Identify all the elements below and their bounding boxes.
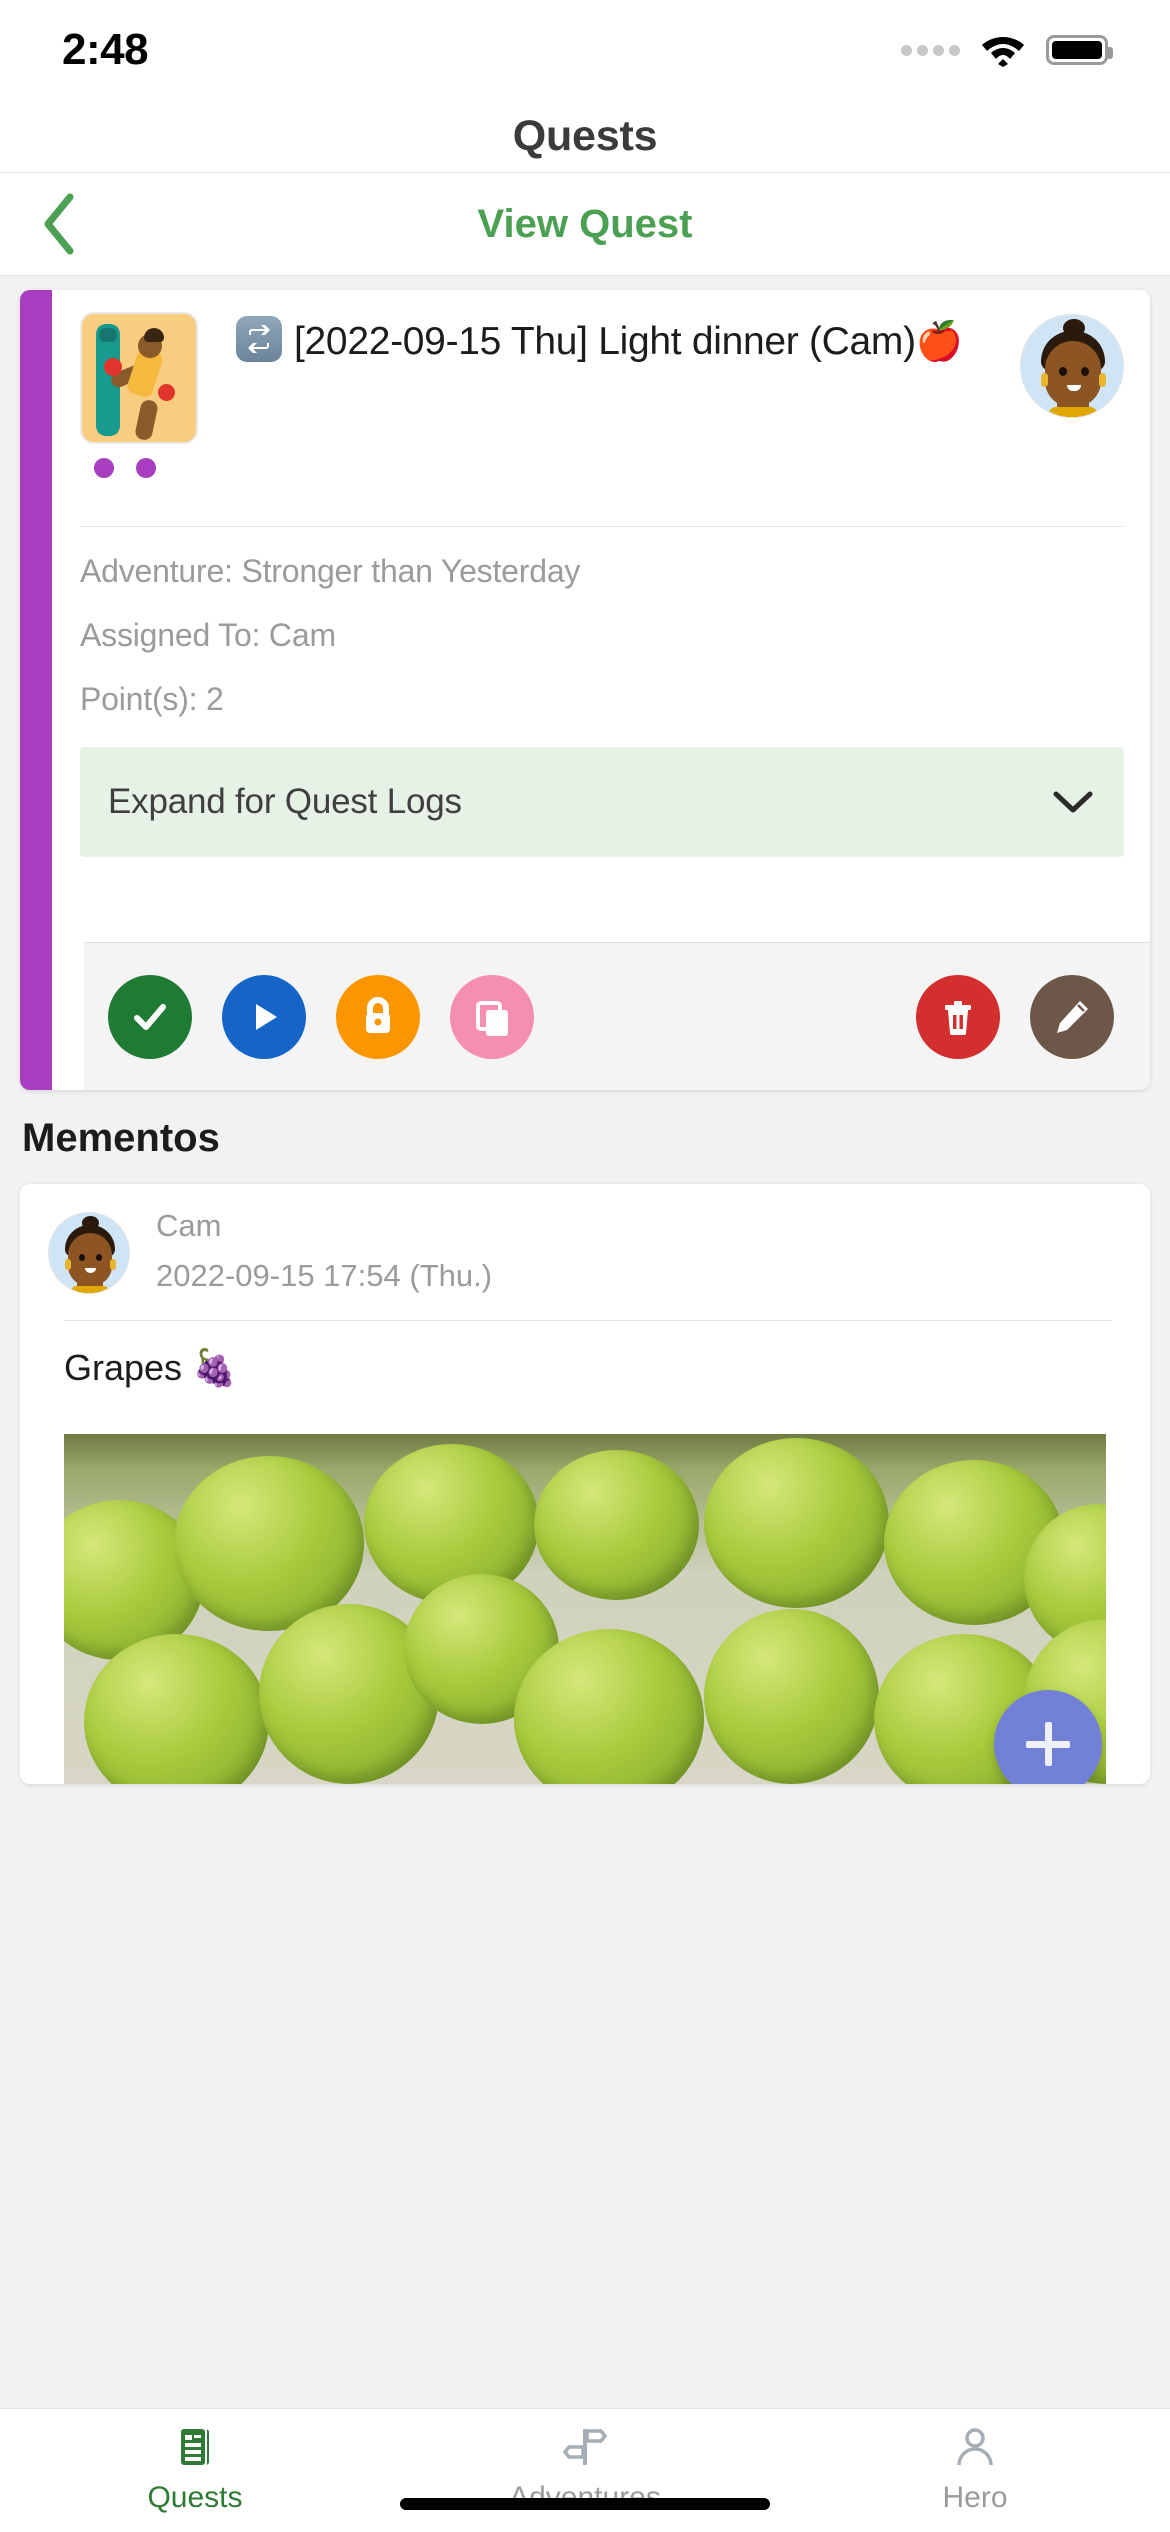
app-screen: 2:48 Quests View Quest [2022-09-15 Thu] … bbox=[0, 0, 1170, 2532]
edit-button[interactable] bbox=[1030, 974, 1114, 1059]
memento-author-avatar bbox=[48, 1210, 130, 1294]
duplicate-button[interactable] bbox=[450, 974, 534, 1059]
quest-adventure: Adventure: Stronger than Yesterday bbox=[80, 553, 581, 589]
pencil-icon bbox=[1057, 1000, 1088, 1033]
grapes-emoji: 🍇 bbox=[192, 1347, 237, 1388]
expand-quest-logs-button[interactable]: Expand for Quest Logs bbox=[80, 747, 1124, 857]
trash-icon bbox=[945, 1000, 971, 1035]
lock-icon bbox=[366, 996, 390, 1033]
tab-hero-label: Hero bbox=[942, 2481, 1008, 2514]
quest-progress-dots bbox=[80, 444, 200, 478]
memento-caption: Grapes 🍇 bbox=[20, 1321, 1150, 1389]
workout-thumbnail-icon bbox=[80, 312, 198, 444]
mementos-heading: Mementos bbox=[22, 1116, 220, 1160]
status-time: 2:48 bbox=[62, 25, 149, 74]
home-indicator bbox=[400, 2498, 770, 2510]
bottom-tab-bar: Quests Adventures Hero bbox=[0, 2408, 1170, 2532]
expand-quest-logs-label: Expand for Quest Logs bbox=[108, 782, 462, 821]
tab-quests-label: Quests bbox=[147, 2481, 243, 2514]
quest-meta: Adventure: Stronger than Yesterday Assig… bbox=[52, 527, 1150, 715]
memento-caption-text: Grapes bbox=[64, 1347, 183, 1388]
memento-timestamp: 2022-09-15 17:54 (Thu.) bbox=[156, 1258, 493, 1293]
quest-points: Point(s): 2 bbox=[80, 681, 224, 717]
quest-title: [2022-09-15 Thu] Light dinner (Cam)🍎 bbox=[236, 316, 1020, 367]
apple-emoji: 🍎 bbox=[915, 321, 963, 363]
quest-assignee: Assigned To: Cam bbox=[80, 617, 336, 653]
back-button[interactable] bbox=[0, 172, 120, 276]
status-indicators bbox=[901, 33, 1113, 67]
lock-button[interactable] bbox=[336, 974, 420, 1059]
play-icon bbox=[256, 1003, 277, 1030]
status-bar: 2:48 bbox=[0, 0, 1170, 100]
person-icon bbox=[957, 2428, 993, 2466]
quest-accent-bar bbox=[20, 290, 52, 1090]
quest-thumbnail bbox=[80, 312, 200, 478]
page-title: Quests bbox=[0, 100, 1170, 172]
quest-title-text: [2022-09-15 Thu] Light dinner (Cam) bbox=[294, 320, 916, 363]
wifi-icon bbox=[980, 33, 1026, 67]
start-button[interactable] bbox=[222, 974, 306, 1059]
quest-action-bar bbox=[84, 942, 1150, 1090]
page-title-text: Quests bbox=[512, 111, 658, 160]
chevron-down-icon bbox=[1052, 789, 1094, 815]
delete-button[interactable] bbox=[916, 974, 1000, 1059]
repeat-icon bbox=[236, 316, 282, 362]
check-icon bbox=[134, 1003, 166, 1030]
chevron-left-icon bbox=[44, 193, 74, 255]
sub-navbar: View Quest bbox=[0, 172, 1170, 276]
tab-quests[interactable]: Quests bbox=[0, 2423, 390, 2515]
sub-navbar-title: View Quest bbox=[477, 201, 693, 246]
journal-icon bbox=[181, 2429, 209, 2465]
tab-hero[interactable]: Hero bbox=[780, 2423, 1170, 2515]
cam-avatar bbox=[1020, 314, 1124, 418]
battery-icon bbox=[1046, 35, 1113, 65]
content-scroll-area[interactable]: [2022-09-15 Thu] Light dinner (Cam)🍎 Adv… bbox=[0, 276, 1170, 1784]
complete-button[interactable] bbox=[108, 974, 192, 1059]
signpost-icon bbox=[562, 2429, 608, 2465]
memento-card[interactable]: Cam 2022-09-15 17:54 (Thu.) Grapes 🍇 bbox=[20, 1184, 1150, 1784]
memento-author-name: Cam bbox=[156, 1208, 222, 1243]
quest-card[interactable]: [2022-09-15 Thu] Light dinner (Cam)🍎 Adv… bbox=[20, 290, 1150, 1090]
memento-photo[interactable] bbox=[64, 1434, 1106, 1784]
signal-dots-icon bbox=[901, 44, 960, 56]
copy-icon bbox=[476, 1000, 508, 1036]
